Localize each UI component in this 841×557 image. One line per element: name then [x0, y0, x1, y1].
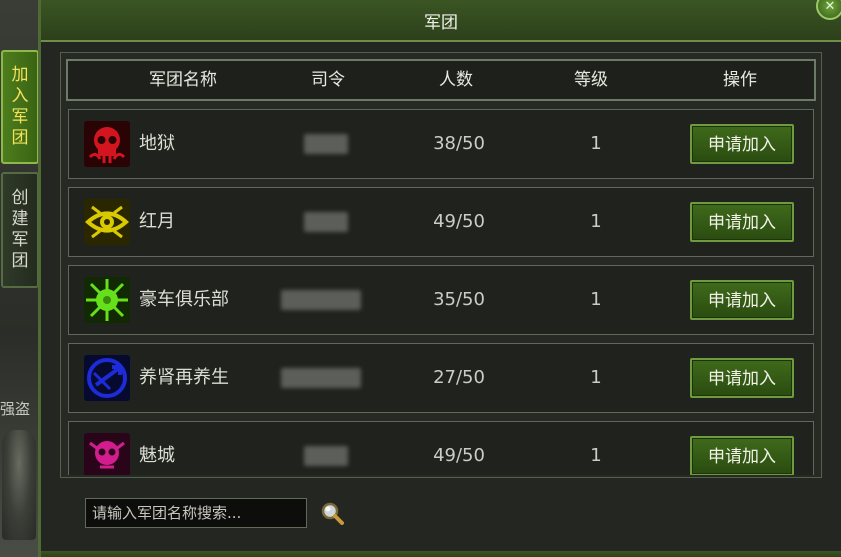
legion-name: 魅城: [139, 445, 175, 466]
apply-join-button[interactable]: 申请加入: [690, 202, 794, 242]
header-commander: 司令: [311, 70, 345, 90]
commander-name-redacted: [281, 368, 361, 388]
background-player-name: 强盗: [0, 400, 31, 418]
tab-create-char: 建: [11, 209, 29, 229]
legion-name: 地狱: [139, 133, 175, 154]
search-icon[interactable]: [320, 501, 344, 525]
member-count: 27/50: [433, 367, 485, 388]
member-count: 49/50: [433, 445, 485, 466]
legion-level: 1: [590, 211, 602, 232]
commander-name-redacted: [304, 446, 348, 466]
close-button[interactable]: ✕: [816, 0, 841, 20]
commander-name-redacted: [304, 134, 348, 154]
apply-join-button[interactable]: 申请加入: [690, 124, 794, 164]
tab-join-char: 团: [11, 128, 29, 148]
header-level: 等级: [574, 70, 608, 90]
header-action: 操作: [723, 70, 757, 90]
red-skull-icon: [84, 121, 130, 167]
window-titlebar: 军团 ✕: [41, 0, 841, 42]
legion-name: 养肾再养生: [139, 367, 229, 388]
apply-join-button[interactable]: 申请加入: [690, 358, 794, 398]
table-row: 豪车俱乐部 35/50 1 申请加入: [68, 265, 814, 335]
table-row: 红月 49/50 1 申请加入: [68, 187, 814, 257]
header-legion-name: 军团名称: [149, 70, 217, 90]
window-bottom-frame: [41, 551, 841, 557]
legion-level: 1: [590, 367, 602, 388]
green-splat-icon: [84, 277, 130, 323]
tab-create-char: 军: [11, 230, 29, 250]
yellow-eye-icon: [84, 199, 130, 245]
legion-window: 军团 ✕ 军团名称 司令 人数 等级 操作 地狱 38/50 1 申请加入 红月…: [38, 0, 841, 557]
table-row: 养肾再养生 27/50 1 申请加入: [68, 343, 814, 413]
member-count: 38/50: [433, 133, 485, 154]
tab-create-char: 创: [11, 188, 29, 208]
commander-name-redacted: [281, 290, 361, 310]
table-row: 地狱 38/50 1 申请加入: [68, 109, 814, 179]
legion-name: 豪车俱乐部: [139, 289, 229, 310]
commander-name-redacted: [304, 212, 348, 232]
apply-join-button[interactable]: 申请加入: [690, 280, 794, 320]
legion-list-panel: 军团名称 司令 人数 等级 操作 地狱 38/50 1 申请加入 红月 49/5…: [60, 52, 822, 478]
tab-join-char: 加: [11, 65, 29, 85]
blue-trident-icon: [84, 355, 130, 401]
tab-create-legion[interactable]: 创 建 军 团: [1, 172, 39, 288]
legion-level: 1: [590, 133, 602, 154]
window-title: 军团: [424, 12, 458, 33]
legion-search-input[interactable]: [85, 498, 307, 528]
legion-level: 1: [590, 445, 602, 466]
member-count: 49/50: [433, 211, 485, 232]
legion-level: 1: [590, 289, 602, 310]
tab-join-legion[interactable]: 加 入 军 团: [1, 50, 39, 164]
tab-create-char: 团: [11, 251, 29, 271]
legion-rows[interactable]: 地狱 38/50 1 申请加入 红月 49/50 1 申请加入 豪车俱乐部 35…: [61, 109, 821, 475]
background-character: [2, 430, 36, 540]
tab-join-char: 军: [11, 107, 29, 127]
table-header: 军团名称 司令 人数 等级 操作: [66, 59, 816, 101]
table-row: 魅城 49/50 1 申请加入: [68, 421, 814, 475]
legion-name: 红月: [139, 211, 175, 232]
header-members: 人数: [439, 70, 473, 90]
member-count: 35/50: [433, 289, 485, 310]
tab-join-char: 入: [11, 86, 29, 106]
apply-join-button[interactable]: 申请加入: [690, 436, 794, 475]
pink-skull-icon: [84, 433, 130, 475]
